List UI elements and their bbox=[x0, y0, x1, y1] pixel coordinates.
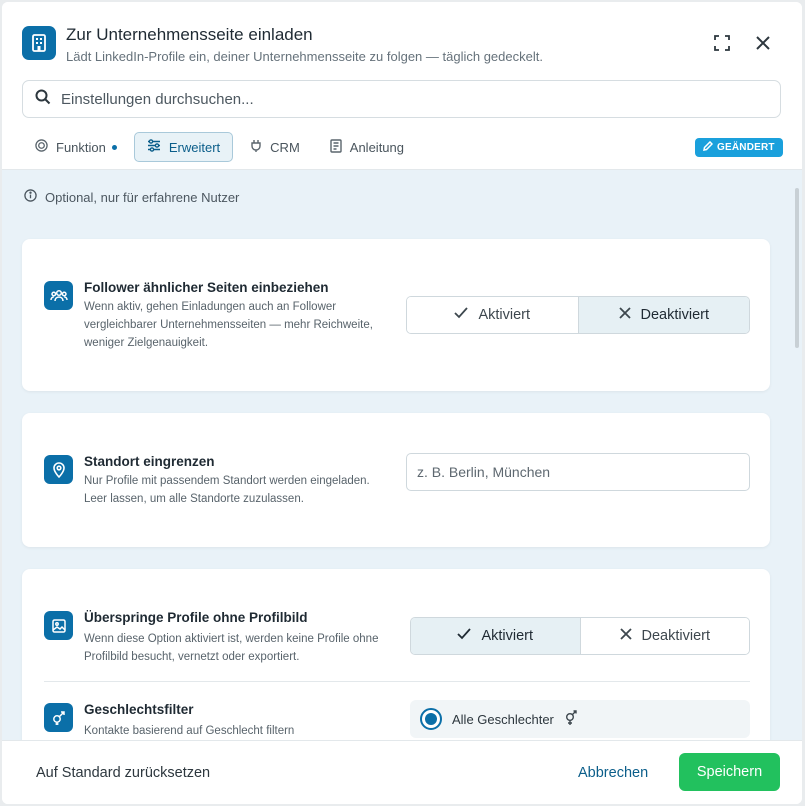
x-icon bbox=[618, 307, 631, 323]
tab-bar: Funktion Erweitert CRM Anleitung bbox=[22, 132, 417, 162]
setting-title: Follower ähnlicher Seiten einbeziehen bbox=[84, 280, 329, 295]
tab-label: Erweitert bbox=[168, 139, 221, 155]
divider bbox=[44, 681, 750, 682]
cancel-button[interactable]: Abbrechen bbox=[578, 765, 648, 781]
setting-title: Standort eingrenzen bbox=[84, 454, 215, 469]
pencil-icon bbox=[703, 140, 714, 154]
option-label: Aktiviert bbox=[481, 628, 534, 644]
dialog-title: Zur Unternehmensseite einladen bbox=[66, 25, 313, 44]
gender-symbol-icon bbox=[564, 709, 582, 729]
option-disabled[interactable]: Deaktiviert bbox=[579, 618, 749, 654]
gender-option-all[interactable]: Alle Geschlechter bbox=[410, 700, 750, 738]
settings-body[interactable]: Optional, nur für erfahrene Nutzer Follo… bbox=[2, 170, 802, 740]
plug-icon bbox=[250, 139, 262, 156]
tab-crm[interactable]: CRM bbox=[237, 132, 313, 162]
book-icon bbox=[330, 138, 342, 156]
setting-description: Wenn aktiv, gehen Einladungen auch an Fo… bbox=[84, 301, 373, 349]
reset-defaults-button[interactable]: Auf Standard zurücksetzen bbox=[36, 765, 210, 781]
fullscreen-icon[interactable] bbox=[711, 32, 733, 54]
radio-button[interactable] bbox=[420, 708, 442, 730]
option-label: Aktiviert bbox=[478, 307, 531, 323]
check-icon bbox=[457, 628, 472, 644]
advanced-hint: Optional, nur für erfahrene Nutzer bbox=[24, 189, 239, 205]
option-label: Deaktiviert bbox=[640, 307, 710, 323]
setting-card-similar-followers: Follower ähnlicher Seiten einbeziehen We… bbox=[22, 239, 770, 391]
x-icon bbox=[619, 628, 632, 644]
hint-text: Optional, nur für erfahrene Nutzer bbox=[45, 189, 240, 205]
users-icon bbox=[44, 281, 73, 310]
tab-label: Anleitung bbox=[349, 139, 404, 155]
gender-icon bbox=[44, 703, 73, 732]
info-icon bbox=[24, 189, 37, 205]
dialog-footer: Auf Standard zurücksetzen Abbrechen Spei… bbox=[2, 740, 802, 804]
option-enabled[interactable]: Aktiviert bbox=[407, 297, 578, 333]
option-enabled[interactable]: Aktiviert bbox=[411, 618, 580, 654]
setting-card-location: Standort eingrenzen Nur Profile mit pass… bbox=[22, 413, 770, 547]
setting-title: Geschlechtsfilter bbox=[84, 702, 194, 717]
check-icon bbox=[454, 307, 469, 323]
settings-dialog: Zur Unternehmensseite einladen Lädt Link… bbox=[2, 2, 802, 804]
search-input[interactable] bbox=[61, 90, 741, 108]
search-icon bbox=[35, 89, 51, 110]
image-icon bbox=[44, 611, 73, 640]
setting-card-profile-photo: Überspringe Profile ohne Profilbild Wenn… bbox=[22, 569, 770, 740]
tab-funktion[interactable]: Funktion bbox=[22, 132, 130, 162]
option-label: Alle Geschlechter bbox=[452, 711, 554, 727]
target-icon bbox=[35, 139, 48, 155]
close-icon[interactable] bbox=[752, 32, 774, 54]
location-input[interactable] bbox=[406, 453, 750, 491]
badge-label: GEÄNDERT bbox=[717, 142, 775, 153]
dialog-header: Zur Unternehmensseite einladen Lädt Link… bbox=[2, 2, 802, 170]
save-button[interactable]: Speichern bbox=[679, 753, 780, 791]
modified-dot bbox=[111, 144, 117, 150]
similar-followers-toggle[interactable]: Aktiviert Deaktiviert bbox=[406, 296, 750, 334]
option-disabled[interactable]: Deaktiviert bbox=[577, 297, 749, 333]
tab-label: CRM bbox=[270, 139, 300, 155]
option-label: Deaktiviert bbox=[641, 628, 711, 644]
changed-badge: GEÄNDERT bbox=[695, 138, 783, 157]
search-box[interactable] bbox=[22, 80, 781, 118]
setting-description: Wenn diese Option aktiviert ist, werden … bbox=[84, 633, 379, 663]
setting-title: Überspringe Profile ohne Profilbild bbox=[84, 610, 308, 625]
tab-label: Funktion bbox=[56, 139, 106, 155]
tab-erweitert[interactable]: Erweitert bbox=[133, 132, 234, 162]
sliders-icon bbox=[147, 139, 161, 155]
building-icon bbox=[22, 26, 56, 60]
location-pin-icon bbox=[44, 455, 73, 484]
skip-no-photo-toggle[interactable]: Aktiviert Deaktiviert bbox=[410, 617, 750, 655]
tab-anleitung[interactable]: Anleitung bbox=[317, 132, 417, 162]
setting-description: Kontakte basierend auf Geschlecht filter… bbox=[84, 725, 295, 737]
setting-description: Nur Profile mit passendem Standort werde… bbox=[84, 475, 370, 505]
scrollbar[interactable] bbox=[795, 188, 799, 348]
dialog-subtitle: Lädt LinkedIn-Profile ein, deiner Untern… bbox=[66, 49, 543, 64]
